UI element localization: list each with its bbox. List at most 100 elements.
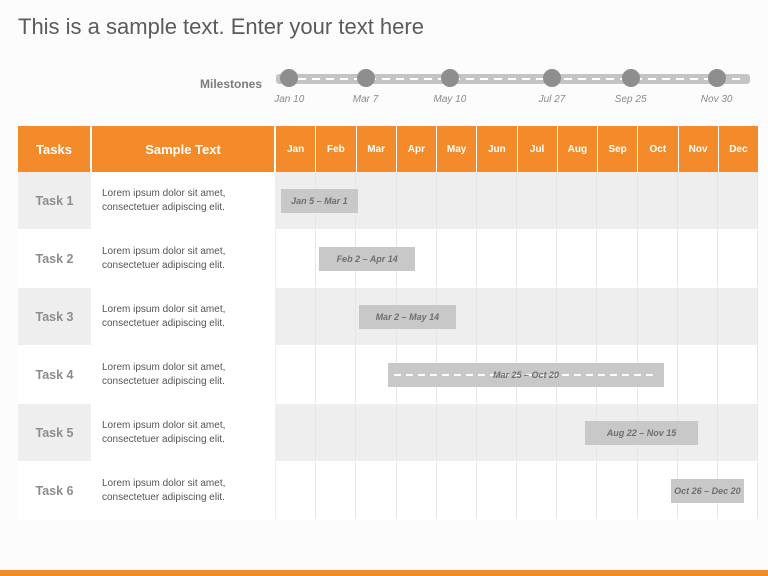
month-cell	[718, 346, 758, 403]
task-name: Task 4	[18, 346, 92, 403]
gantt-bar: Mar 25 – Oct 20	[388, 363, 663, 387]
header-months: JanFebMarAprMayJunJulAugSepOctNovDec	[276, 126, 758, 172]
milestone-date: Jul 27	[539, 94, 566, 105]
milestone-dot	[357, 69, 375, 87]
gantt-bar: Oct 26 – Dec 20	[671, 479, 744, 503]
task-description: Lorem ipsum dolor sit amet, consectetuer…	[92, 462, 276, 519]
task-months: Feb 2 – Apr 14	[276, 230, 758, 287]
month-cell	[276, 346, 316, 403]
header-month: Jul	[518, 126, 558, 172]
month-cell	[517, 172, 557, 229]
task-name: Task 5	[18, 404, 92, 461]
month-cell	[718, 404, 758, 461]
month-cell	[477, 172, 517, 229]
gantt-bar-label: Mar 2 – May 14	[376, 312, 440, 322]
header-month: Oct	[638, 126, 678, 172]
month-cell	[316, 462, 356, 519]
gantt-bar: Mar 2 – May 14	[359, 305, 455, 329]
gantt-bar: Feb 2 – Apr 14	[319, 247, 415, 271]
month-cell	[517, 404, 557, 461]
month-cell	[678, 346, 718, 403]
month-cell	[557, 172, 597, 229]
month-cell	[638, 172, 678, 229]
task-months: Mar 25 – Oct 20	[276, 346, 758, 403]
month-cell	[597, 288, 637, 345]
month-cell	[597, 462, 637, 519]
month-cell	[557, 288, 597, 345]
milestones-track-dash	[284, 78, 742, 80]
month-cell	[356, 462, 396, 519]
header-month: May	[437, 126, 477, 172]
month-cell	[477, 462, 517, 519]
task-name: Task 6	[18, 462, 92, 519]
month-cell	[718, 230, 758, 287]
month-cell	[517, 288, 557, 345]
month-cell	[276, 462, 316, 519]
gantt-bar-label: Aug 22 – Nov 15	[607, 428, 677, 438]
table-row: Task 4Lorem ipsum dolor sit amet, consec…	[18, 346, 758, 404]
header-month: Aug	[558, 126, 598, 172]
task-description: Lorem ipsum dolor sit amet, consectetuer…	[92, 404, 276, 461]
milestones-label: Milestones	[18, 77, 276, 91]
header-month: Apr	[397, 126, 437, 172]
header-month: Dec	[719, 126, 758, 172]
month-cell	[437, 404, 477, 461]
month-cell	[678, 172, 718, 229]
milestone-date: Jan 10	[274, 94, 304, 105]
header-tasks: Tasks	[18, 126, 92, 172]
month-cell	[397, 404, 437, 461]
month-cell	[477, 404, 517, 461]
task-months: Mar 2 – May 14	[276, 288, 758, 345]
month-cell	[356, 172, 396, 229]
table-row: Task 6Lorem ipsum dolor sit amet, consec…	[18, 462, 758, 520]
task-name: Task 3	[18, 288, 92, 345]
month-cell	[397, 172, 437, 229]
month-cell	[718, 288, 758, 345]
milestone-dot	[280, 69, 298, 87]
task-months: Jan 5 – Mar 1	[276, 172, 758, 229]
month-cell	[477, 230, 517, 287]
month-cell	[316, 288, 356, 345]
task-months: Aug 22 – Nov 15	[276, 404, 758, 461]
table-row: Task 3Lorem ipsum dolor sit amet, consec…	[18, 288, 758, 346]
header-row: Tasks Sample Text JanFebMarAprMayJunJulA…	[18, 126, 758, 172]
month-cell	[276, 404, 316, 461]
task-months: Oct 26 – Dec 20	[276, 462, 758, 519]
month-cell	[557, 462, 597, 519]
month-cell	[356, 404, 396, 461]
header-sample: Sample Text	[92, 126, 276, 172]
gantt-bar: Jan 5 – Mar 1	[281, 189, 357, 213]
month-cell	[276, 288, 316, 345]
month-cell	[678, 288, 718, 345]
month-cell	[638, 288, 678, 345]
milestone-date: May 10	[434, 94, 467, 105]
milestones-track: Jan 10 Mar 7 May 10 Jul 27 Sep 25 Nov 30	[276, 64, 758, 104]
header-month: Sep	[598, 126, 638, 172]
month-cell	[718, 172, 758, 229]
milestone-date: Nov 30	[701, 94, 733, 105]
table-row: Task 5Lorem ipsum dolor sit amet, consec…	[18, 404, 758, 462]
bottom-accent-bar	[0, 570, 768, 576]
header-month: Feb	[316, 126, 356, 172]
month-cell	[437, 172, 477, 229]
month-cell	[437, 462, 477, 519]
gantt-bar: Aug 22 – Nov 15	[585, 421, 697, 445]
gantt-bar-label: Mar 25 – Oct 20	[493, 370, 559, 380]
table-row: Task 1Lorem ipsum dolor sit amet, consec…	[18, 172, 758, 230]
month-cell	[316, 346, 356, 403]
task-name: Task 2	[18, 230, 92, 287]
month-cell	[597, 230, 637, 287]
task-description: Lorem ipsum dolor sit amet, consectetuer…	[92, 230, 276, 287]
milestone-date: Sep 25	[615, 94, 647, 105]
milestone-date: Mar 7	[353, 94, 379, 105]
milestones-row: Milestones Jan 10 Mar 7 May 10 Jul 27 Sep 25…	[18, 64, 758, 104]
header-month: Jan	[276, 126, 316, 172]
gantt-grid: Tasks Sample Text JanFebMarAprMayJunJulA…	[18, 126, 758, 520]
month-cell	[597, 172, 637, 229]
header-month: Jun	[477, 126, 517, 172]
gantt-bar-label: Jan 5 – Mar 1	[291, 196, 348, 206]
month-cell	[397, 462, 437, 519]
task-name: Task 1	[18, 172, 92, 229]
milestone-dot	[441, 69, 459, 87]
month-cell	[437, 230, 477, 287]
